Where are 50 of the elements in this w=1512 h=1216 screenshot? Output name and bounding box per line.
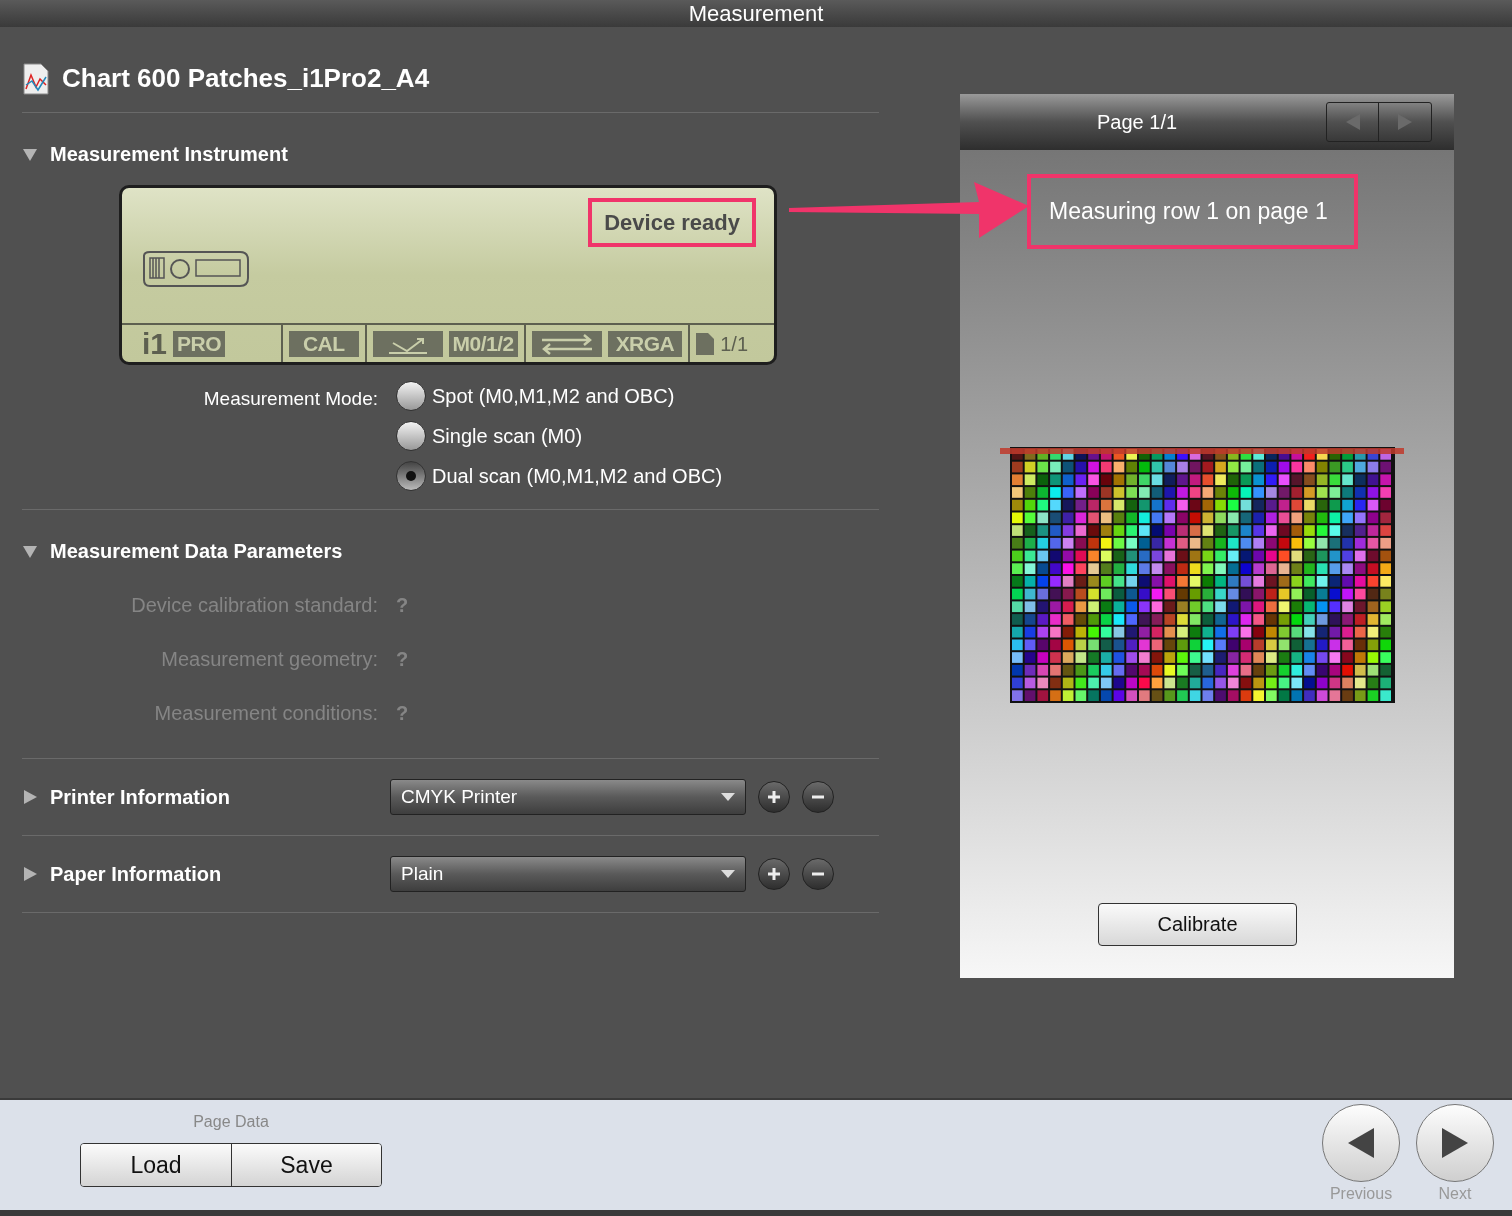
chart-name: Chart 600 Patches_i1Pro2_A4 [62,62,430,95]
window-title: Measurement [688,0,824,28]
collapse-triangle-icon[interactable] [22,146,38,162]
calibrate-button[interactable]: Calibrate [1098,902,1297,946]
device-status: Device ready [588,198,756,247]
mode-label: M0/1/2 [448,330,518,357]
chart-document-icon [22,62,50,95]
plus-icon [766,866,782,882]
page-icon [696,332,715,355]
plus-icon [766,789,782,805]
standard-label: XRGA [607,330,683,357]
dropdown[interactable]: Plain [390,856,746,892]
dropdown-arrow-icon [721,793,735,801]
swap-arrows-icon [531,330,602,357]
section-title[interactable]: Paper Information [50,859,222,889]
group-label: Page Data [193,1112,269,1132]
right-arrow-icon [1398,114,1412,130]
left-arrow-icon [1345,114,1360,130]
right-arrow-icon [1442,1128,1468,1158]
section-title[interactable]: Measurement Data Parameters [50,536,343,566]
dropdown-arrow-icon [721,870,735,878]
nav-label: Next [1438,1184,1472,1204]
field-value: ? [396,701,409,726]
load-button[interactable]: Load [81,1144,231,1186]
page-count: 1/1 [720,331,748,357]
collapse-triangle-icon[interactable] [22,543,38,559]
add-button[interactable] [758,781,790,813]
field-value: ? [396,593,409,618]
calibration-label: CAL [288,330,359,357]
section-title[interactable]: Measurement Instrument [50,139,288,169]
field-value: ? [396,647,409,672]
remove-button[interactable] [802,858,834,890]
expand-triangle-icon[interactable] [22,866,38,882]
scan-icon [372,330,443,357]
measuring-status: Measuring row 1 on page 1 [1027,174,1358,249]
add-button[interactable] [758,858,790,890]
expand-triangle-icon[interactable] [22,789,38,805]
radio-option[interactable]: Single scan (M0) [396,421,723,451]
brand-label: i1 [142,328,168,359]
page-indicator: Page 1/1 [1097,110,1178,135]
remove-button[interactable] [802,781,834,813]
radio-option[interactable]: Spot (M0,M1,M2 and OBC) [396,381,723,411]
radio-option[interactable]: Dual scan (M0,M1,M2 and OBC) [396,461,723,491]
nav-label: Previous [1329,1184,1393,1204]
left-arrow-icon [1348,1128,1374,1158]
model-label: PRO [173,330,225,357]
dropdown[interactable]: CMYK Printer [390,779,746,815]
section-title[interactable]: Printer Information [50,782,230,812]
save-button[interactable]: Save [231,1144,381,1186]
field-label: Measurement Mode: [202,387,378,411]
